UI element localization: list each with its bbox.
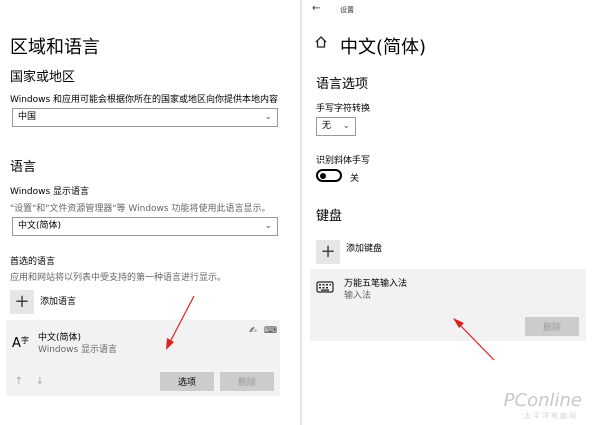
options-button[interactable]: 选项 [160,372,214,391]
region-dropdown[interactable]: 中国 ⌄ [12,108,278,127]
add-keyboard-button[interactable]: + [316,240,340,264]
window-title: 设置 [340,6,354,14]
keyboard-icon [316,279,334,293]
annotation-arrow [166,295,195,350]
remove-keyboard-button[interactable]: 删除 [525,317,579,336]
italic-handwriting-label: 识别斜体手写 [316,156,371,166]
back-arrow-icon: ← [312,3,321,14]
plus-icon: + [14,291,30,312]
watermark-logo: PConline [503,390,582,411]
plus-icon: + [320,241,336,262]
display-language-description: "设置"和"文件资源管理器"等 Windows 功能将使用此语言显示。 [10,204,271,214]
display-language-value: 中文(简体) [18,221,62,231]
remove-language-button[interactable]: 删除 [220,372,274,391]
svg-text:A: A [12,336,21,351]
annotation-arrow [453,318,495,361]
svg-text:字: 字 [21,335,29,345]
preferred-languages-description: 应用和网站将以列表中受支持的第一种语言进行显示。 [10,273,227,283]
chevron-down-icon: ⌄ [342,121,350,131]
handwriting-conversion-dropdown[interactable]: 无 ⌄ [316,117,356,136]
region-description: Windows 和应用可能会根据你所在的国家或地区向你提供本地内容 [10,95,279,105]
language-item-sub: Windows 显示语言 [38,345,118,355]
display-language-label: Windows 显示语言 [10,187,90,197]
home-icon [314,34,328,48]
arrow-up-icon: ↑ [14,375,24,387]
add-keyboard-label[interactable]: 添加键盘 [346,241,382,254]
add-language-label[interactable]: 添加语言 [40,294,76,307]
page-title: 中文(简体) [340,37,427,58]
arrow-down-icon: ↓ [35,375,45,387]
chevron-down-icon: ⌄ [264,112,272,122]
chevron-down-icon: ⌄ [264,221,272,231]
preferred-languages-label: 首选的语言 [10,257,56,267]
move-up-button[interactable]: ↑ [12,374,26,388]
italic-handwriting-toggle[interactable] [316,169,342,182]
ime-type: 输入法 [344,291,372,301]
language-heading: 语言 [10,160,37,175]
keyboard-feature-icon: ⌨ [264,326,277,336]
keyboard-list-item[interactable]: 万能五笔输入法 输入法 删除 [310,269,586,341]
language-glyph-icon: A 字 [12,332,32,352]
language-list-item[interactable]: A 字 中文(简体) Windows 显示语言 ✍ ⌨ ↑ ↓ 选项 删除 [6,320,280,396]
back-button[interactable]: ← [312,3,320,14]
handwriting-conversion-value: 无 [322,121,332,131]
keyboard-heading: 键盘 [316,209,343,224]
add-language-button[interactable]: + [10,290,34,314]
toggle-knob [320,172,326,179]
language-options-page: ← 设置 中文(简体) 语言选项 手写字符转换 无 ⌄ 识别斜体手写 关 键盘 … [302,0,600,425]
watermark-sub: 太平洋电脑网 [524,412,578,420]
move-down-button[interactable]: ↓ [33,374,47,388]
page-title: 区域和语言 [10,37,100,58]
region-language-page: 区域和语言 国家或地区 Windows 和应用可能会根据你所在的国家或地区向你提… [0,0,300,425]
handwriting-feature-icon: ✍ [249,326,257,336]
region-heading: 国家或地区 [10,70,76,85]
handwriting-conversion-label: 手写字符转换 [316,104,371,114]
language-options-heading: 语言选项 [316,77,369,92]
italic-handwriting-state: 关 [350,174,360,184]
display-language-dropdown[interactable]: 中文(简体) ⌄ [12,217,278,236]
region-dropdown-value: 中国 [18,112,37,122]
